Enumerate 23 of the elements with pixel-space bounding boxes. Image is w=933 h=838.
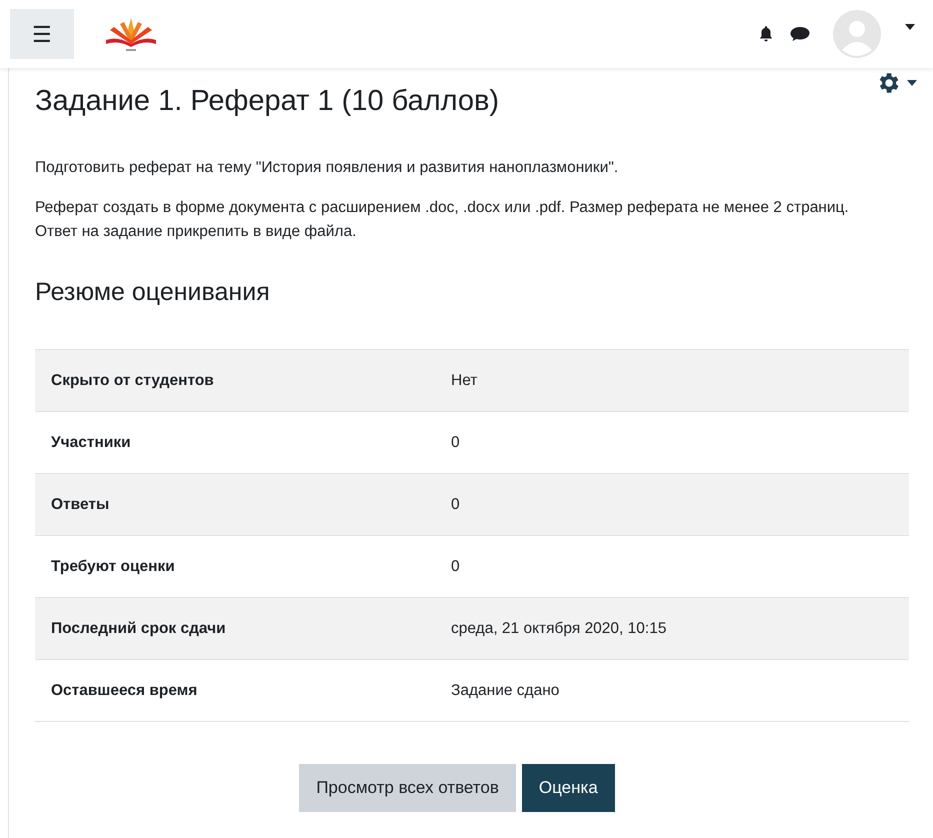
view-all-submissions-button[interactable]: Просмотр всех ответов — [299, 764, 516, 812]
row-label: Последний срок сдачи — [50, 618, 227, 639]
page-title: Задание 1. Реферат 1 (10 баллов) — [35, 84, 500, 119]
row-label: Скрыто от студентов — [50, 370, 215, 391]
row-value: 0 — [451, 556, 460, 577]
row-value: Задание сдано — [451, 680, 560, 701]
row-value: 0 — [451, 494, 460, 515]
row-value: Нет — [451, 370, 478, 391]
row-label: Оставшееся время — [50, 680, 198, 701]
row-label: Ответы — [50, 494, 110, 515]
row-value: среда, 21 октября 2020, 10:15 — [451, 618, 666, 639]
description-paragraph: Подготовить реферат на тему "История появления и развития наноплазмоники". — [35, 158, 620, 178]
menu-button[interactable]: ☰ — [10, 9, 74, 59]
caret-icon — [907, 80, 917, 86]
caret-icon[interactable] — [905, 24, 915, 30]
bell-icon[interactable] — [757, 25, 775, 43]
chat-icon[interactable] — [789, 25, 811, 43]
row-value: 0 — [451, 432, 460, 453]
description-paragraph: Реферат создать в форме документа с расширением .doc, .docx или .pdf. Размер реферата не менее 2 страниц. Ответ на задание прикрепить в виде файла. — [35, 198, 850, 242]
row-label: Участники — [50, 432, 132, 453]
section-title: Резюме оценивания — [35, 276, 271, 308]
row-label: Требуют оценки — [50, 556, 176, 577]
grade-button[interactable]: Оценка — [522, 764, 615, 812]
